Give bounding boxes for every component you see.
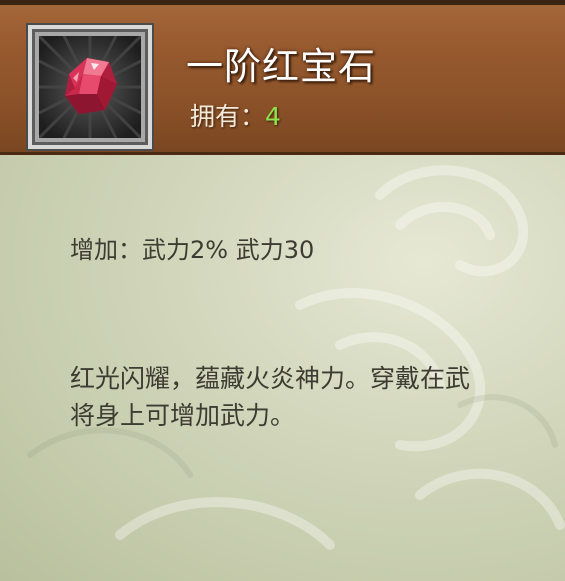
red-ruby-gem-icon (39, 36, 141, 138)
owned-label: 拥有： (190, 102, 266, 131)
tooltip-body: 增加：武力2% 武力30 红光闪耀，蕴藏火炎神力。穿戴在武将身上可增加武力。 (0, 155, 565, 581)
item-tooltip: 一阶红宝石 拥有：4 增加：武力2% 武力30 红光闪耀，蕴藏火炎神力。穿戴在武… (0, 0, 565, 581)
stat-bonus-text: 增加：武力2% 武力30 (70, 236, 315, 264)
tooltip-header: 一阶红宝石 拥有：4 (0, 0, 565, 155)
owned-count-row: 拥有：4 (190, 97, 281, 133)
item-icon-frame (28, 25, 152, 149)
item-description: 红光闪耀，蕴藏火炎神力。穿戴在武将身上可增加武力。 (70, 364, 471, 430)
owned-count: 4 (265, 102, 281, 131)
item-name: 一阶红宝石 (186, 45, 376, 88)
